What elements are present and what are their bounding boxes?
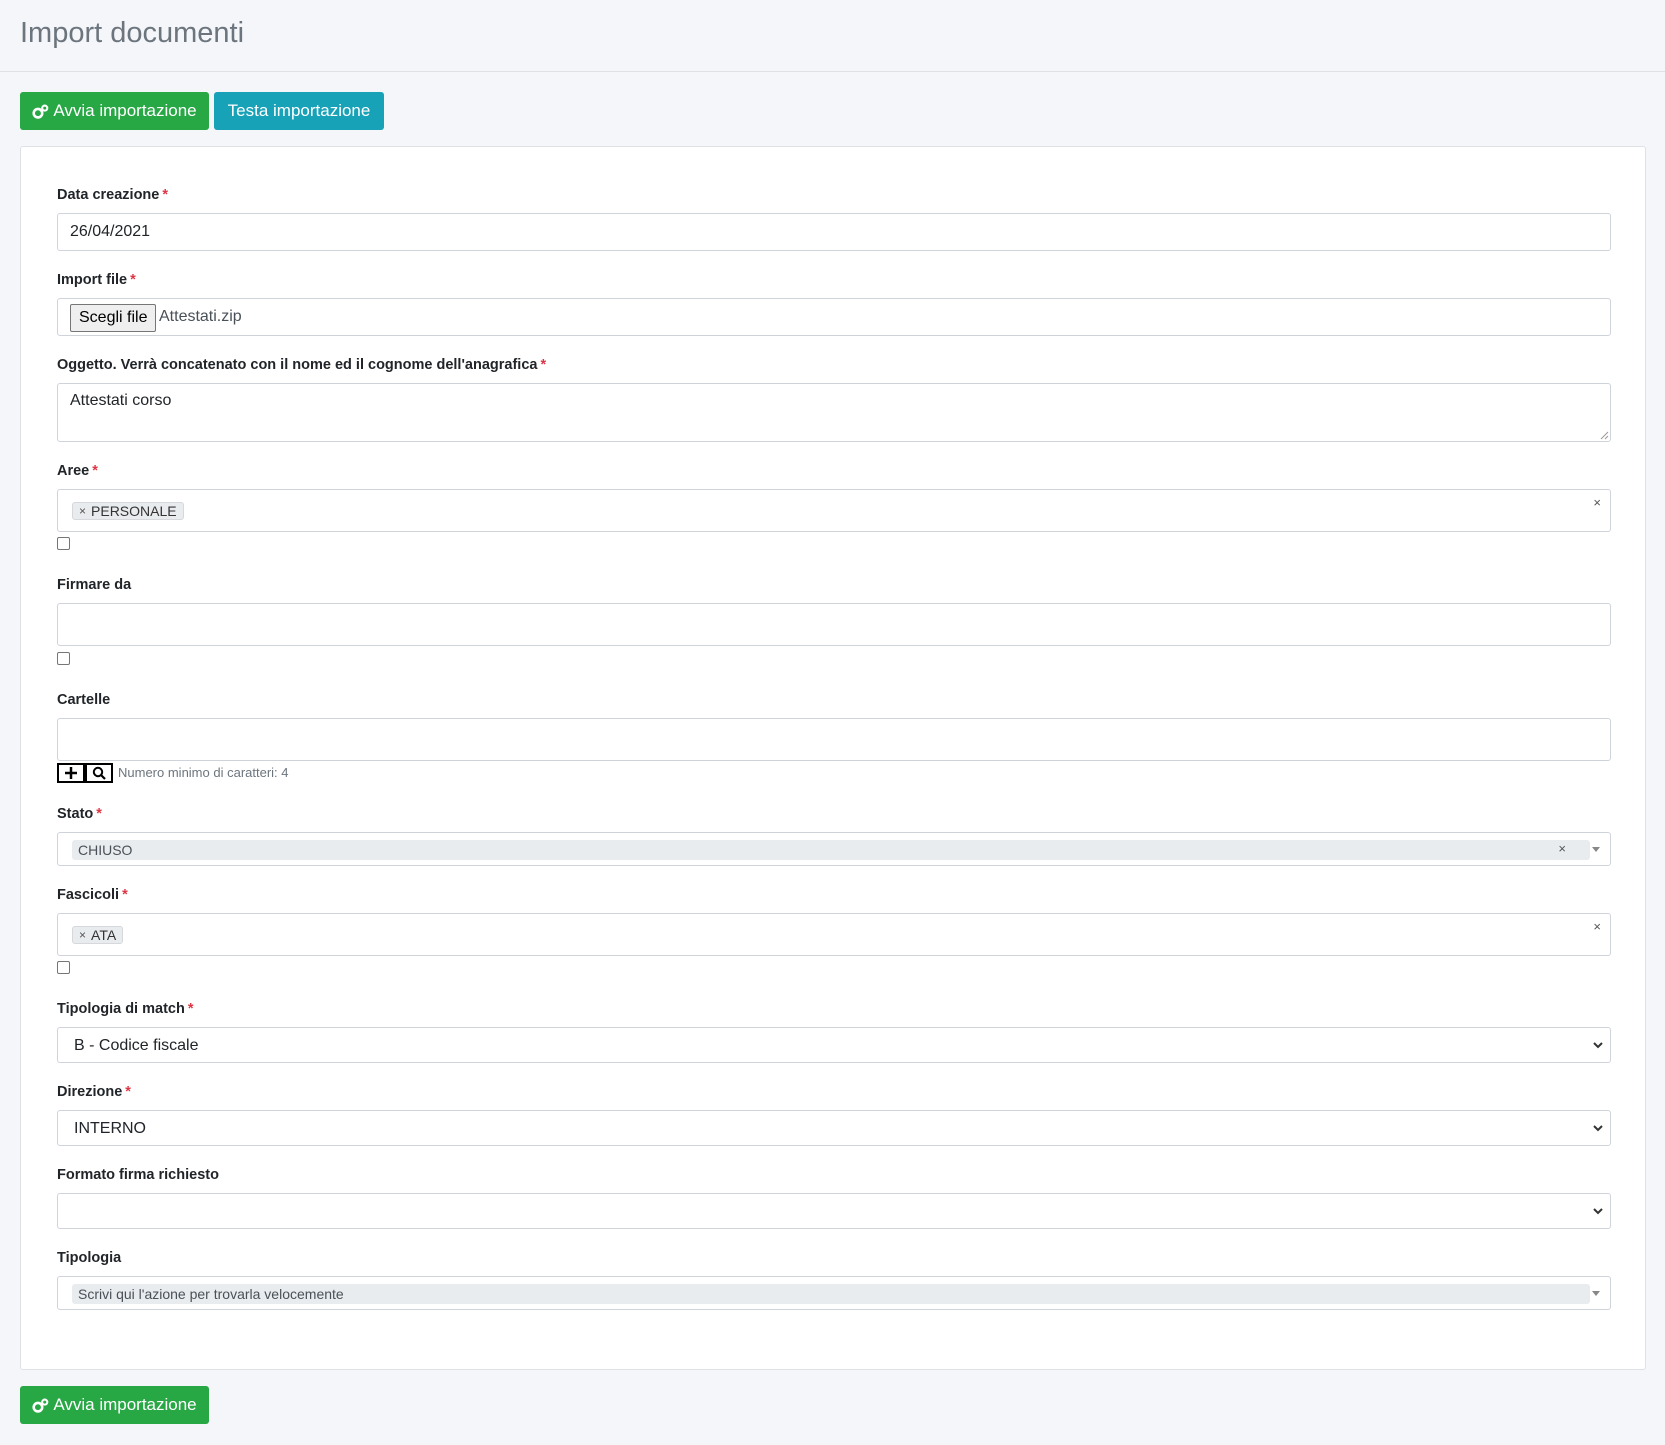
direzione-value: INTERNO: [74, 1120, 146, 1137]
import-file-input: Scegli file Attestati.zip: [57, 298, 1611, 336]
tipologia-match-label: Tipologia di match *: [57, 1001, 193, 1017]
aree-label: Aree *: [57, 463, 98, 479]
required-mark: *: [540, 357, 547, 373]
tipologia-select[interactable]: Scrivi qui l'azione per trovarla velocem…: [57, 1276, 1611, 1310]
resize-grip-icon[interactable]: [1599, 430, 1609, 440]
chevron-down-icon: [1593, 1208, 1603, 1215]
direzione-select[interactable]: INTERNO: [57, 1110, 1611, 1146]
formato-firma-select[interactable]: [57, 1193, 1611, 1229]
required-mark: *: [125, 1084, 131, 1100]
test-import-label: Testa importazione: [227, 101, 371, 120]
tipologia-label-text: Tipologia: [57, 1250, 122, 1266]
choose-file-button[interactable]: Scegli file: [70, 304, 157, 332]
start-import-label: Avvia importazione: [53, 1395, 197, 1414]
required-mark: *: [96, 806, 102, 822]
fascicoli-label: Fascicoli *: [57, 887, 128, 903]
page-header: Import documenti: [0, 0, 1665, 72]
cartelle-label: Cartelle: [57, 692, 110, 708]
caret-down-icon: [1592, 1291, 1600, 1296]
tipologia-placeholder: Scrivi qui l'azione per trovarla velocem…: [78, 1286, 344, 1302]
fascicoli-tag-label: ATA: [91, 927, 117, 943]
required-mark: *: [187, 1001, 194, 1017]
tag-remove-icon[interactable]: ×: [79, 504, 86, 518]
stato-label-text: Stato: [57, 806, 94, 822]
required-mark: *: [130, 272, 136, 288]
oggetto-textarea[interactable]: Attestati corso: [57, 383, 1611, 442]
start-import-button[interactable]: Avvia importazione: [20, 92, 209, 130]
cartelle-input[interactable]: [57, 718, 1611, 761]
plus-icon: [65, 767, 77, 779]
firmare-da-label: Firmare da: [57, 577, 131, 593]
fascicoli-label-text: Fascicoli: [57, 887, 120, 903]
fascicoli-multiselect[interactable]: × ATA ×: [57, 913, 1611, 956]
tag-remove-icon[interactable]: ×: [79, 928, 86, 942]
firmare-da-checkbox[interactable]: [57, 652, 70, 665]
aree-tag: × PERSONALE: [72, 502, 184, 520]
data-creazione-input[interactable]: 26/04/2021: [57, 213, 1611, 251]
aree-clear-icon[interactable]: ×: [1593, 495, 1601, 510]
fascicoli-tag: × ATA: [72, 926, 124, 944]
stato-label: Stato *: [57, 806, 102, 822]
required-mark: *: [122, 887, 128, 903]
fascicoli-checkbox[interactable]: [57, 961, 70, 974]
gears-icon: [32, 1398, 49, 1413]
oggetto-value: Attestati corso: [70, 392, 172, 409]
direzione-label-text: Direzione: [57, 1084, 123, 1100]
oggetto-label-text: Oggetto. Verrà concatenato con il nome e…: [57, 357, 538, 373]
required-mark: *: [162, 187, 169, 203]
cartelle-actions: Numero minimo di caratteri: 4: [57, 763, 357, 785]
stato-value: CHIUSO: [78, 842, 133, 858]
selected-file-name: Attestati.zip: [159, 308, 242, 325]
add-folder-button[interactable]: [57, 763, 85, 783]
stato-select[interactable]: CHIUSO ×: [57, 832, 1611, 866]
cartelle-label-text: Cartelle: [57, 692, 111, 708]
formato-firma-label: Formato firma richiesto: [57, 1167, 219, 1183]
required-mark: *: [92, 463, 98, 479]
data-creazione-label: Data creazione *: [57, 187, 168, 203]
tipologia-match-label-text: Tipologia di match: [57, 1001, 185, 1017]
page-title: Import documenti: [20, 17, 245, 49]
stato-selection: CHIUSO: [72, 840, 1590, 860]
oggetto-label: Oggetto. Verrà concatenato con il nome e…: [57, 357, 546, 373]
data-creazione-label-text: Data creazione: [57, 187, 160, 203]
import-form-card: Data creazione * 26/04/2021 Import file * …: [20, 146, 1646, 1370]
aree-checkbox[interactable]: [57, 537, 70, 550]
direzione-label: Direzione *: [57, 1084, 131, 1100]
aree-label-text: Aree: [57, 463, 90, 479]
firmare-da-label-text: Firmare da: [57, 577, 132, 593]
aree-multiselect[interactable]: × PERSONALE ×: [57, 489, 1611, 532]
firmare-da-input[interactable]: [57, 603, 1611, 646]
start-import-label: Avvia importazione: [53, 101, 197, 120]
test-import-button[interactable]: Testa importazione: [214, 92, 384, 130]
tipologia-match-select[interactable]: B - Codice fiscale: [57, 1027, 1611, 1063]
aree-tag-label: PERSONALE: [91, 503, 177, 519]
tipologia-placeholder-box: Scrivi qui l'azione per trovarla velocem…: [72, 1284, 1590, 1304]
data-creazione-value: 26/04/2021: [70, 223, 151, 240]
fascicoli-clear-icon[interactable]: ×: [1593, 919, 1601, 934]
stato-clear-icon[interactable]: ×: [1558, 841, 1566, 856]
tipologia-match-value: B - Codice fiscale: [74, 1037, 199, 1054]
search-folder-button[interactable]: [85, 763, 113, 783]
search-icon: [92, 766, 106, 780]
import-file-label-text: Import file: [57, 272, 128, 288]
chevron-down-icon: [1593, 1125, 1603, 1132]
import-file-label: Import file *: [57, 272, 136, 288]
tipologia-label: Tipologia: [57, 1250, 121, 1266]
formato-firma-label-text: Formato firma richiesto: [57, 1167, 219, 1183]
cartelle-hint: Numero minimo di caratteri: 4: [118, 765, 289, 780]
chevron-down-icon: [1593, 1042, 1603, 1049]
gears-icon: [32, 104, 49, 119]
start-import-button-bottom[interactable]: Avvia importazione: [20, 1386, 209, 1424]
caret-down-icon: [1592, 847, 1600, 852]
